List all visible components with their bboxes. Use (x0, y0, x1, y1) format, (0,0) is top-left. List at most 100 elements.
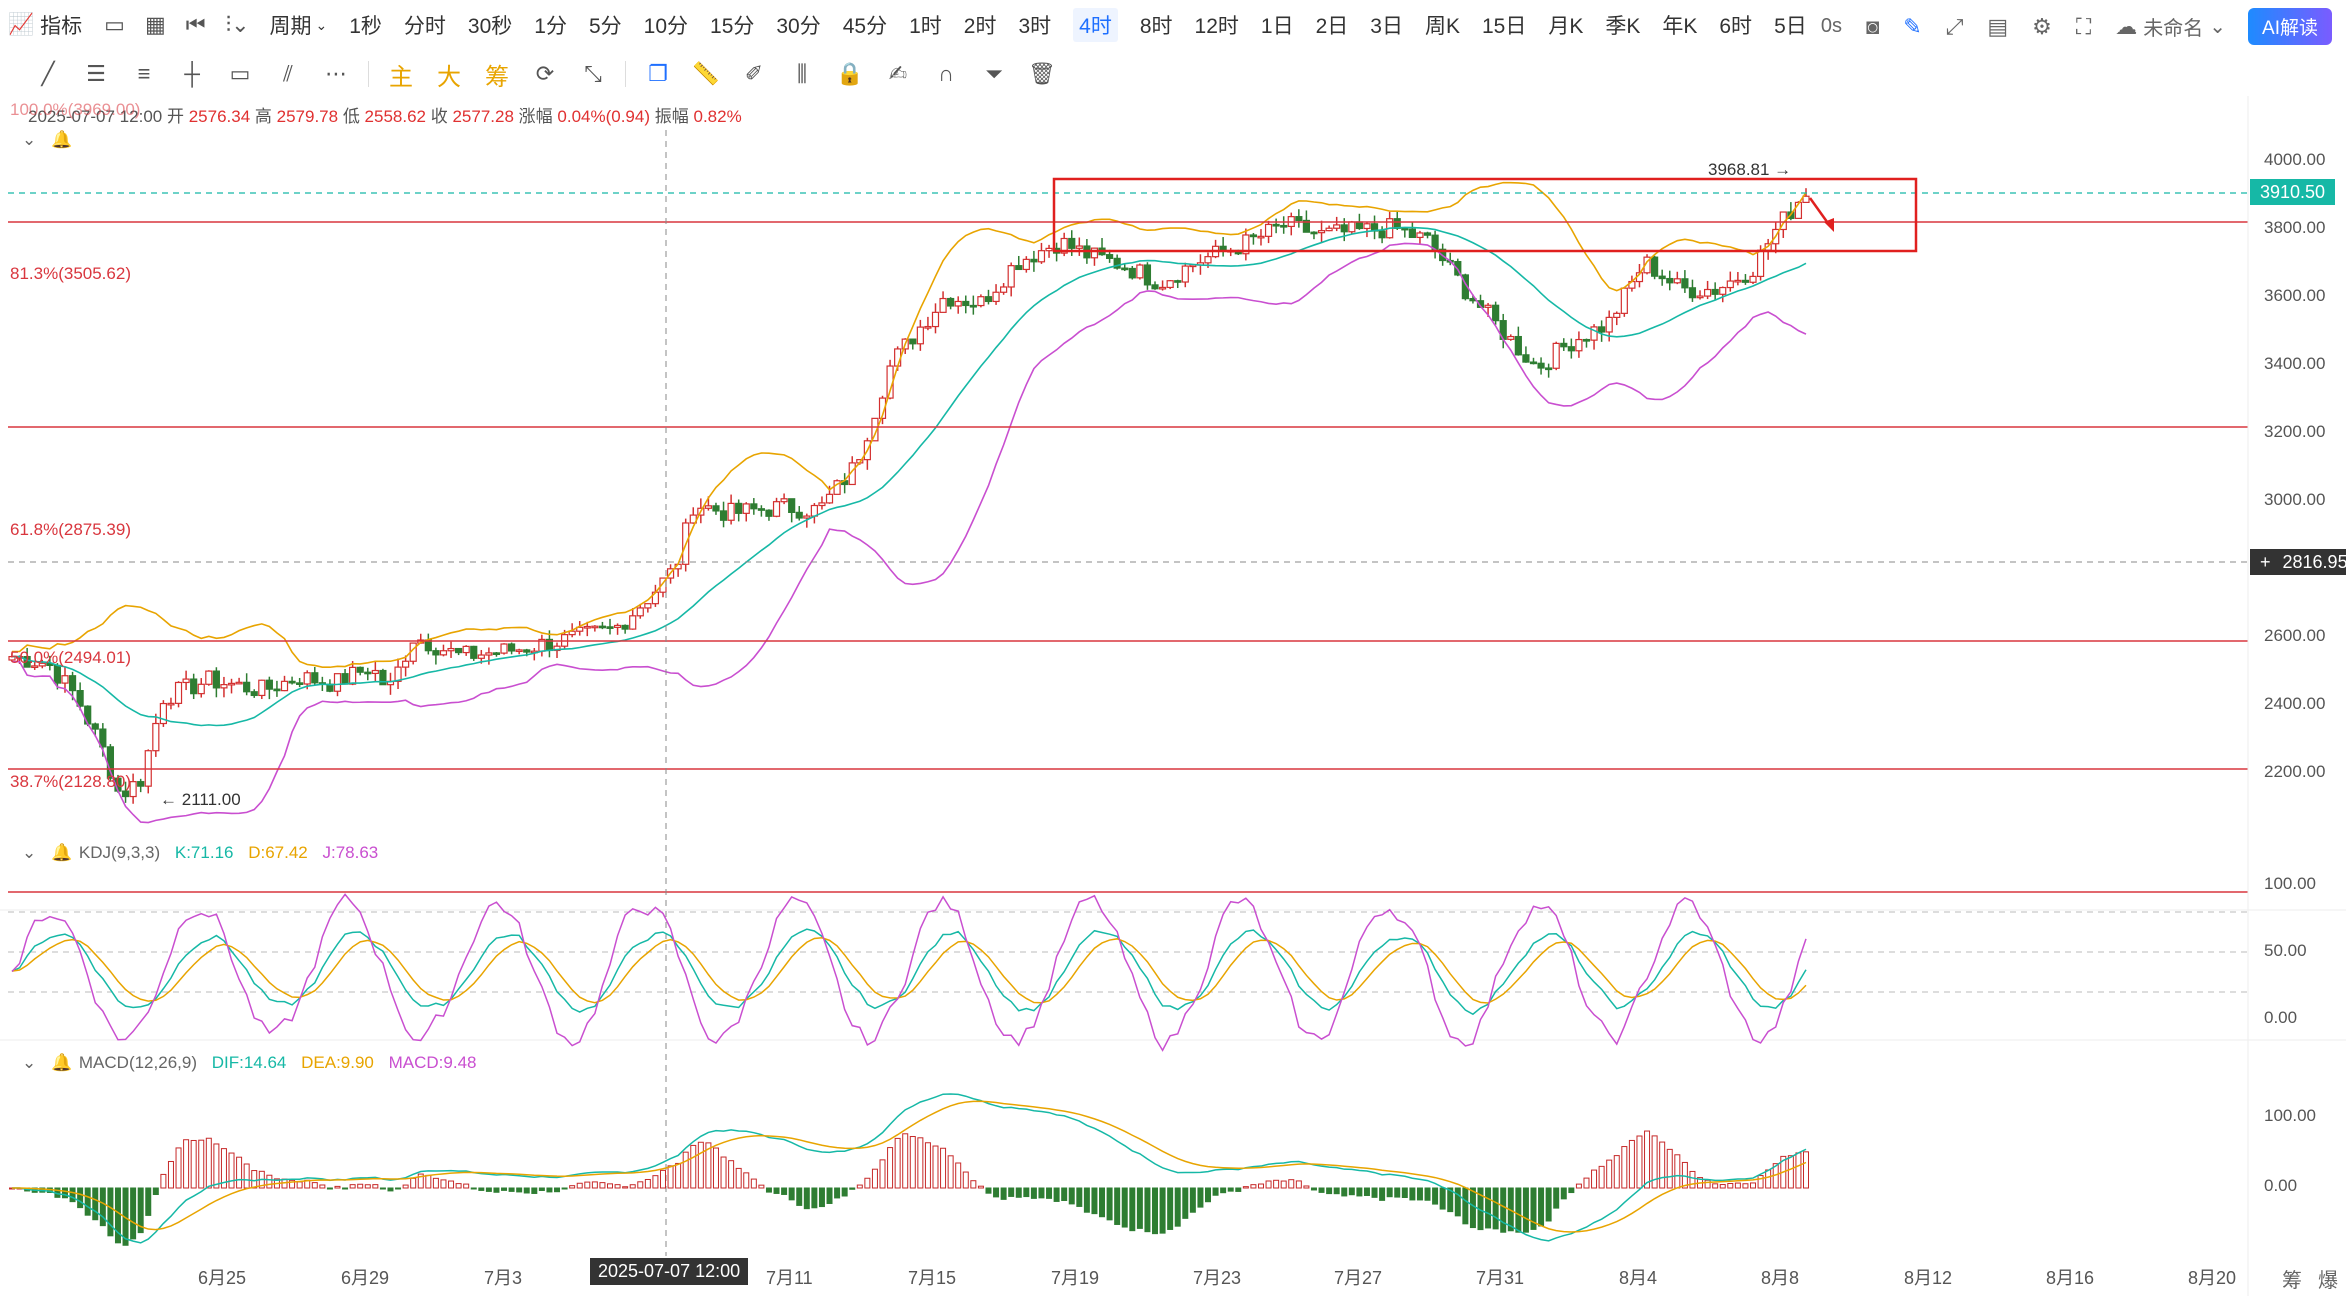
period-tab[interactable]: 3时 (1018, 8, 1051, 42)
candle-body (984, 296, 993, 303)
period-tab[interactable]: 45分 (843, 8, 887, 42)
period-tab[interactable]: 分时 (404, 8, 446, 42)
macd-bar (1469, 1187, 1476, 1229)
period-list: 1秒 分时 30秒 1分 5分 10分 15分 30分 45分 1时 2时 3时 4时 8时 12时 1日 2日… (349, 8, 1829, 42)
cloud-icon[interactable]: ☁ (2115, 14, 2137, 40)
channel-tool-icon[interactable]: ☰ (72, 61, 120, 87)
candle-body (1567, 346, 1575, 352)
period-tab[interactable]: 1时 (909, 8, 942, 42)
plus-icon[interactable]: + (2260, 552, 2271, 572)
macd-bar (796, 1187, 803, 1206)
period-tab[interactable]: 5日 (1774, 8, 1807, 42)
chart-icon[interactable]: ▤ (1987, 14, 2008, 40)
candle-body (220, 684, 228, 689)
candle-body (341, 673, 349, 685)
period-tab[interactable]: 30秒 (468, 8, 512, 42)
period-tab[interactable]: 5分 (589, 8, 622, 42)
period-tab[interactable]: 3日 (1370, 8, 1403, 42)
trash-icon[interactable]: 🗑 (1018, 61, 1066, 87)
expand-icon[interactable]: ⤢ (1946, 14, 1964, 40)
layout-name[interactable]: 未命名 (2143, 12, 2203, 41)
sync-icon[interactable]: ⟳ (521, 61, 569, 87)
period-tab[interactable]: 12时 (1195, 8, 1239, 42)
period-tab[interactable]: 1秒 (349, 8, 382, 42)
bell-icon[interactable]: 🔔 (51, 130, 72, 149)
candle-body (1045, 247, 1053, 252)
period-tab[interactable]: 2日 (1316, 8, 1349, 42)
chips-button[interactable]: 筹 (473, 57, 521, 92)
burst-side-button[interactable]: 爆 (2318, 1264, 2338, 1293)
note-icon[interactable]: ✍ (874, 61, 922, 87)
collapse-icon[interactable]: ⌄ (22, 843, 36, 862)
lock-icon[interactable]: 🔒 (826, 61, 874, 87)
parallel-tool-icon[interactable]: ≡ (120, 61, 168, 87)
macd-bar (1409, 1187, 1416, 1201)
horizontal-line-icon[interactable]: ┼ (168, 61, 216, 87)
pencil-icon[interactable]: ✎ (1903, 14, 1921, 40)
macd-bar (538, 1187, 545, 1191)
macd-bar (614, 1184, 621, 1189)
x-tick: 8月8 (1761, 1268, 1800, 1288)
macd-legend[interactable]: ⌄ 🔔 MACD(12,26,9) DIF:14.64 DEA:9.90 MAC… (22, 1053, 487, 1073)
bell-icon[interactable]: 🔔 (51, 843, 72, 862)
macd-bar (1803, 1151, 1809, 1189)
candle-body (765, 509, 773, 517)
candle-body (507, 643, 516, 652)
period-tab[interactable]: 1分 (534, 8, 567, 42)
magnet-icon[interactable]: ∩ (922, 61, 970, 87)
ruler-icon[interactable]: 📏 (682, 61, 730, 87)
fib-label: 38.7%(2128.80) (10, 772, 131, 791)
period-tab[interactable]: 周K (1425, 8, 1460, 42)
period-tab[interactable]: 季K (1605, 8, 1640, 42)
boll-legend[interactable]: ⌄ 🔔 (22, 130, 114, 150)
period-tab[interactable]: 年K (1662, 8, 1697, 42)
fullscreen-icon[interactable]: ⛶ (2076, 14, 2091, 40)
period-tab[interactable]: 6时 (1719, 8, 1752, 42)
period-tab[interactable]: 2时 (964, 8, 997, 42)
gear-icon[interactable]: ⚙ (2032, 14, 2052, 40)
layout-icon[interactable]: ▦ (145, 12, 166, 38)
collapse-icon[interactable]: ⌄ (22, 1053, 36, 1072)
y-tick: 2600.00 (2264, 626, 2326, 645)
camera-icon[interactable]: ◙ (1866, 14, 1879, 40)
candle-body (492, 652, 501, 655)
calendar-icon[interactable]: ▭ (104, 12, 125, 38)
measure-icon[interactable]: ⤡ (569, 61, 617, 87)
filter-icon[interactable]: ⏷ (970, 61, 1018, 87)
line-tool-icon[interactable]: ╱ (24, 61, 72, 87)
bell-icon[interactable]: 🔔 (51, 1053, 72, 1072)
x-tick: 8月12 (1904, 1268, 1953, 1288)
period-tab[interactable]: 4时 (1073, 8, 1118, 42)
candle-body (1537, 362, 1545, 369)
brush-icon[interactable]: ✐ (730, 61, 778, 87)
period-menu[interactable]: 周期 ⌄ (270, 10, 328, 40)
rectangle-tool-icon[interactable]: ▭ (216, 61, 264, 87)
kdj-j-value: J:78.63 (322, 843, 379, 862)
macd-bar (826, 1187, 833, 1204)
x-tick: 8月16 (2046, 1268, 2095, 1288)
period-tab[interactable]: 8时 (1140, 8, 1173, 42)
macd-bar (1628, 1139, 1635, 1189)
ai-analysis-button[interactable]: AI解读 (2248, 8, 2332, 45)
chart-type-icon[interactable]: ⫶⌄ (226, 12, 250, 38)
period-tab[interactable]: 15分 (710, 8, 754, 42)
candle-body (197, 683, 205, 695)
chevron-down-icon[interactable]: ⌄ (2209, 14, 2226, 39)
collapse-icon[interactable]: ⌄ (22, 130, 36, 149)
period-tab[interactable]: 30分 (776, 8, 820, 42)
price-chart[interactable] (0, 96, 2346, 1296)
big-order-button[interactable]: 大 (425, 57, 473, 92)
period-tab[interactable]: 10分 (644, 8, 688, 42)
main-chip-button[interactable]: 主 (377, 57, 425, 92)
period-tab[interactable]: 月K (1548, 8, 1583, 42)
replay-icon[interactable]: ⏮ (186, 12, 206, 38)
fib-tool-icon[interactable]: ⫽ (264, 61, 312, 87)
period-tab[interactable]: 15日 (1482, 8, 1526, 42)
kdj-legend[interactable]: ⌄ 🔔 KDJ(9,3,3) K:71.16 D:67.42 J:78.63 (22, 843, 388, 863)
chips-side-button[interactable]: 筹 (2282, 1264, 2302, 1293)
period-tab[interactable]: 1日 (1261, 8, 1294, 42)
candle-icon[interactable]: ⫼ (778, 61, 826, 87)
indicator-menu[interactable]: 📈 指标 (8, 10, 82, 40)
copy-icon[interactable]: ❐ (634, 61, 682, 87)
more-tools-icon[interactable]: ⋯ (312, 61, 360, 87)
